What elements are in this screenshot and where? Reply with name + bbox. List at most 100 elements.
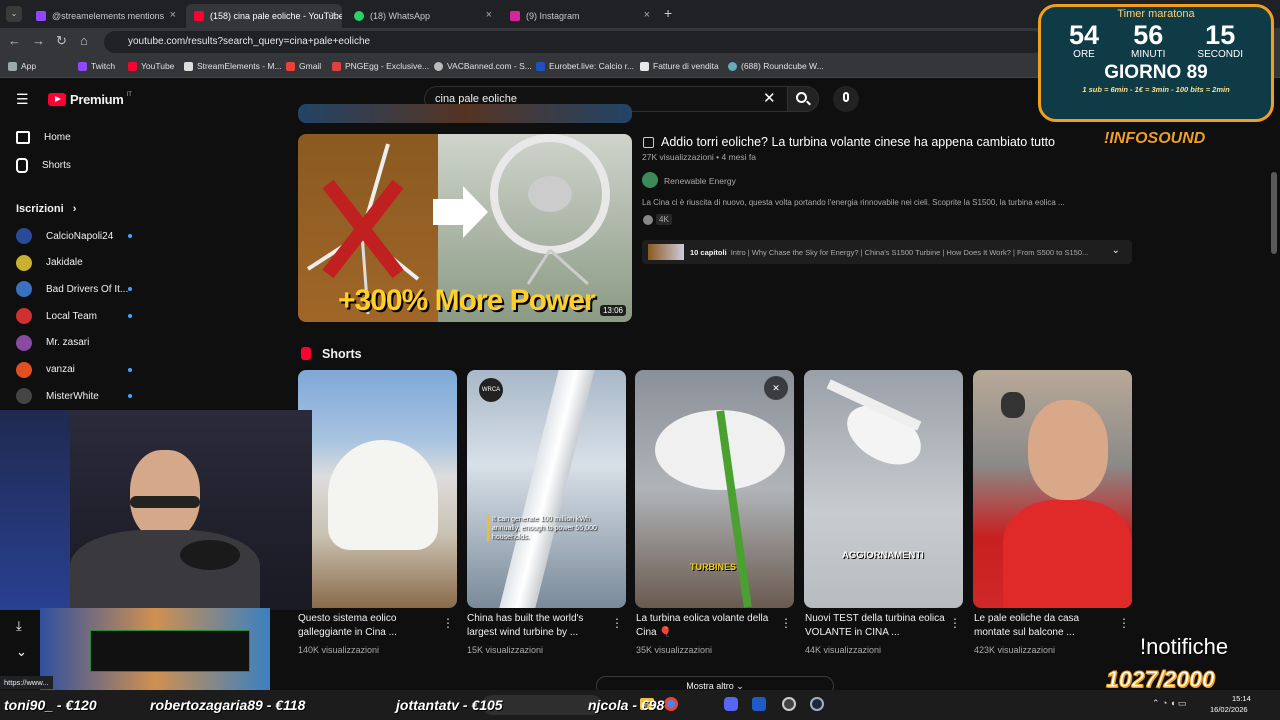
video-thumbnail[interactable] [298, 104, 632, 123]
channel-avatar [16, 334, 32, 351]
short-thumbnail-1[interactable] [298, 370, 457, 608]
subscription-name: Jakidale [46, 257, 83, 269]
youtube-icon [194, 11, 204, 21]
timer-rules: 1 sub = 6min - 1€ = 3min - 100 bits = 2m… [1082, 85, 1230, 94]
twitch-icon [36, 11, 46, 21]
back-button[interactable]: ← [8, 33, 21, 48]
youtube-logo[interactable]: Premium IT [48, 92, 132, 107]
bookmark-gmail[interactable]: Gmail [286, 61, 321, 71]
brand-text: !INFOSOUND [1104, 130, 1206, 147]
channel-name[interactable]: Renewable Energy [664, 176, 736, 186]
more-options-icon[interactable]: ⋮ [780, 616, 792, 630]
bookmark-vacbanned[interactable]: VACBanned.com - S... [434, 61, 532, 71]
close-icon[interactable]: × [170, 9, 176, 21]
steam-icon[interactable] [810, 697, 824, 711]
bookmark-pngegg[interactable]: PNGEgg - Exclusive... [332, 61, 429, 71]
close-icon[interactable]: × [644, 9, 650, 21]
bookmark-streamelements[interactable]: StreamElements - M... [184, 61, 282, 71]
tab-instagram[interactable]: (9) Instagram × [502, 4, 656, 28]
more-options-icon[interactable]: ⋮ [949, 616, 961, 630]
bookmark-eurobet[interactable]: Eurobet.live: Calcio r... [536, 61, 634, 71]
bookmark-twitch[interactable]: Twitch [78, 61, 115, 71]
forward-button[interactable]: → [32, 33, 45, 48]
more-options-icon[interactable]: ⋮ [611, 616, 623, 630]
short-views: 423K visualizzazioni [974, 645, 1056, 655]
bookmark-fatture[interactable]: Fatture di vendita [640, 61, 719, 71]
sidebar-item-shorts[interactable]: Shorts [16, 158, 71, 173]
new-tab-button[interactable]: + [664, 5, 672, 21]
reload-button[interactable]: ↻ [56, 33, 67, 49]
close-icon[interactable]: × [330, 9, 336, 21]
channel-avatar [16, 228, 32, 244]
url-field[interactable]: youtube.com/results?search_query=cina+pa… [104, 31, 1044, 53]
short-title[interactable]: Nuovi TEST della turbina eolica VOLANTE … [805, 612, 945, 640]
voice-search-button[interactable] [833, 86, 859, 112]
channel-avatar[interactable] [642, 172, 658, 188]
sidebar-subscription[interactable]: MisterWhite [16, 388, 99, 405]
quality-badge: 4K [656, 214, 672, 225]
status-url: https://www... [0, 676, 53, 689]
tab-streamelements[interactable]: @streamelements mentions × [28, 4, 182, 28]
short-title[interactable]: Le pale eoliche da casa montate sul balc… [974, 612, 1114, 640]
whatsapp-icon [354, 11, 364, 21]
chevron-down-icon[interactable]: ⌄ [16, 644, 27, 660]
seconds-label: SECONDI [1197, 49, 1243, 60]
donor-ticker-item: njcola - €98 [588, 697, 665, 713]
tab-label: @streamelements mentions [52, 11, 165, 21]
bookmark-roundcube[interactable]: (688) Roundcube W... [728, 61, 824, 71]
obs-icon[interactable] [782, 697, 796, 711]
scrollbar[interactable] [1271, 172, 1277, 254]
sidebar-subscription[interactable]: Mr. zasari [16, 334, 89, 351]
more-options-icon[interactable]: ⋮ [1118, 616, 1130, 630]
short-thumbnail-2[interactable]: WRCA It can generate 100 million kWh ann… [467, 370, 626, 608]
date[interactable]: 16/02/2026 [1210, 705, 1248, 714]
video-title[interactable]: Addio torri eoliche? La turbina volante … [661, 135, 1055, 149]
more-options-icon[interactable]: ⋮ [442, 616, 454, 630]
sidebar-subscription[interactable]: Bad Drivers Of It... [16, 281, 128, 298]
mute-button[interactable]: ✕ [764, 376, 788, 400]
roundcube-icon [728, 61, 737, 71]
search-button[interactable] [787, 86, 819, 112]
short-title[interactable]: China has built the world's largest wind… [467, 612, 607, 640]
sidebar-subscription[interactable]: Local Team [16, 308, 97, 325]
tab-label: (158) cina pale eoliche - YouTube [210, 11, 342, 21]
menu-icon[interactable]: ☰ [16, 92, 30, 106]
timer-title: Timer maratona [1117, 8, 1195, 20]
apps-grid-icon [8, 61, 17, 71]
chrome-icon[interactable] [664, 697, 678, 711]
bookmark-app[interactable]: App [8, 61, 36, 71]
short-title[interactable]: La turbina eolica volante della Cina 🎈 [636, 612, 776, 640]
chapters-bar[interactable]: 10 capitoli Intro | Why Chase the Sky fo… [642, 240, 1132, 264]
tray-icons[interactable]: ⌃ ◔ ◖ ▭ [1152, 698, 1186, 709]
clear-search-icon[interactable]: ✕ [763, 89, 776, 107]
subscription-name: CalcioNapoli24 [46, 230, 114, 242]
webcam-feed [0, 410, 312, 610]
short-thumbnail-3[interactable]: ✕ TURBINES [635, 370, 794, 608]
hours-value: 54 [1068, 20, 1100, 50]
region-code: IT [126, 92, 132, 98]
notifications-command: !notifiche [1140, 634, 1229, 659]
app-r-icon[interactable] [752, 697, 766, 711]
sidebar-subscription[interactable]: Jakidale [16, 254, 83, 271]
gmail-icon [286, 61, 295, 71]
tab-whatsapp[interactable]: (18) WhatsApp × [346, 4, 498, 28]
sidebar-subscription[interactable]: CalcioNapoli24 [16, 228, 113, 244]
channel-avatar [16, 308, 32, 325]
tab-youtube[interactable]: (158) cina pale eoliche - YouTube × [186, 4, 342, 28]
subscriptions-header[interactable]: Iscrizioni › [16, 203, 76, 215]
short-title[interactable]: Questo sistema eolico galleggiante in Ci… [298, 612, 438, 640]
short-thumbnail-4[interactable]: AGGIORNAMENTI [804, 370, 963, 608]
chevron-down-icon[interactable]: ⌄ [1112, 245, 1120, 256]
video-thumbnail[interactable]: +300% More Power 13:06 [298, 134, 632, 322]
clock[interactable]: 15:14 [1232, 694, 1251, 703]
home-button[interactable]: ⌂ [80, 33, 88, 48]
download-icon[interactable]: ⤓ [16, 618, 22, 634]
youtube-play-icon [48, 93, 66, 106]
sidebar-item-home[interactable]: Home [16, 131, 71, 144]
sidebar-subscription[interactable]: vanzai [16, 361, 75, 378]
short-thumbnail-5[interactable] [973, 370, 1132, 608]
bookmark-youtube[interactable]: YouTube [128, 61, 174, 71]
close-icon[interactable]: × [486, 9, 492, 21]
discord-icon[interactable] [724, 697, 738, 711]
tab-search-button[interactable]: ⌄ [6, 6, 22, 22]
